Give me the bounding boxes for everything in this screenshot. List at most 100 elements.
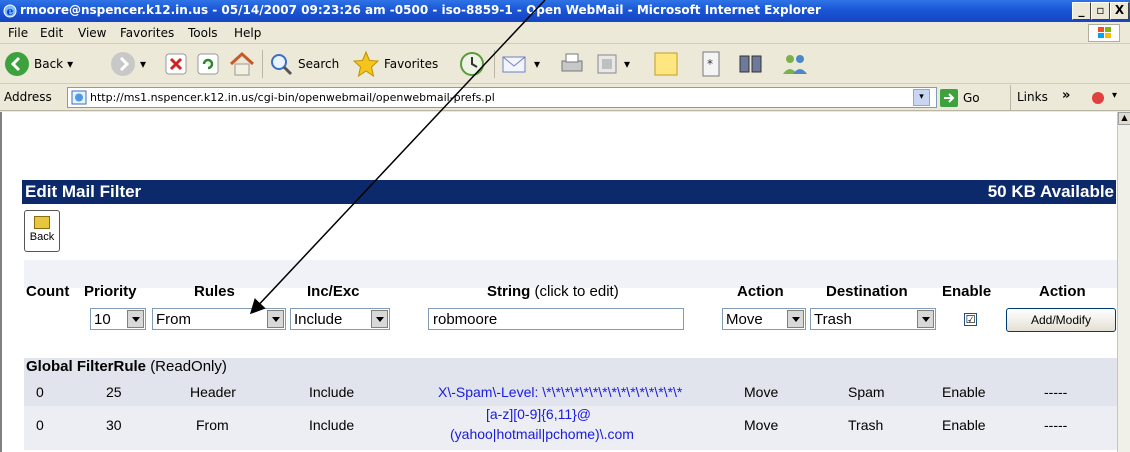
print-icon <box>561 53 583 72</box>
research-button[interactable]: * <box>698 48 724 80</box>
history-button[interactable] <box>458 48 486 80</box>
menu-bar: File Edit View Favorites Tools Help <box>0 22 1130 44</box>
destination-select[interactable]: Trash <box>810 308 936 330</box>
toolbar-separator <box>262 50 263 78</box>
back-arrow-icon <box>5 52 29 76</box>
forward-nav-button[interactable]: ▾ <box>110 48 146 80</box>
menu-file[interactable]: File <box>8 26 28 40</box>
search-button[interactable]: Search <box>268 48 339 80</box>
stop-icon <box>165 53 187 75</box>
favorites-label: Favorites <box>384 57 439 71</box>
menu-edit[interactable]: Edit <box>40 26 63 40</box>
menu-help[interactable]: Help <box>234 26 261 40</box>
home-button[interactable] <box>228 48 256 80</box>
action-dropdown-icon <box>787 310 804 328</box>
address-bar: Address http://ms1.nspencer.k12.in.us/cg… <box>0 85 1130 111</box>
page-icon <box>71 90 87 105</box>
row2-action: Move <box>744 417 779 433</box>
window-title: rmoore@nspencer.k12.in.us - 05/14/2007 0… <box>20 3 821 17</box>
address-dropdown-icon[interactable]: ▾ <box>913 89 930 106</box>
discuss-button[interactable] <box>652 48 680 80</box>
menu-tools[interactable]: Tools <box>188 26 218 40</box>
quota-available: 50 KB Available <box>987 182 1114 201</box>
ie-icon: e <box>3 4 17 18</box>
menu-view[interactable]: View <box>78 26 106 40</box>
favorites-button[interactable]: Favorites <box>352 48 438 80</box>
windows-logo-icon <box>1088 24 1120 42</box>
refresh-button[interactable] <box>196 48 220 80</box>
mail-dropdown-icon[interactable]: ▾ <box>534 57 540 71</box>
forward-dropdown-icon[interactable]: ▾ <box>140 57 146 71</box>
links-chevron-icon[interactable]: » <box>1062 88 1070 103</box>
row2-op: ----- <box>1044 417 1068 433</box>
filter-string-input[interactable]: robmoore <box>428 308 684 330</box>
page-header-bar: Edit Mail Filter 50 KB Available <box>22 180 1116 204</box>
col-destination: Destination <box>826 283 908 300</box>
row2-string-link-line2[interactable]: (yahoo|hotmail|pchome)\.com <box>450 426 634 442</box>
svg-text:*: * <box>707 57 713 71</box>
row1-incexc: Include <box>309 384 355 400</box>
back-nav-button[interactable]: Back ▾ <box>4 48 73 80</box>
svg-text:e: e <box>7 5 14 18</box>
enable-checkbox[interactable]: ☑ <box>964 313 977 326</box>
minimize-button[interactable]: _ <box>1072 2 1091 20</box>
toolbar-separator <box>494 50 495 78</box>
calculator-icon: * <box>702 51 720 77</box>
row2-priority: 30 <box>106 417 122 433</box>
global-filter-title: Global FilterRule (ReadOnly) <box>26 358 227 375</box>
menu-favorites[interactable]: Favorites <box>120 26 174 40</box>
go-label: Go <box>963 91 980 105</box>
address-input[interactable]: http://ms1.nspencer.k12.in.us/cgi-bin/op… <box>67 87 937 108</box>
address-url: http://ms1.nspencer.k12.in.us/cgi-bin/op… <box>90 91 495 104</box>
row1-string-link[interactable]: X\-Spam\-Level: \*\*\*\*\*\*\*\*\*\*\*\*… <box>438 384 682 400</box>
back-button-label: Back <box>29 231 55 243</box>
col-priority: Priority <box>84 283 137 300</box>
back-dropdown-icon[interactable]: ▾ <box>67 57 73 71</box>
maximize-button[interactable]: ▫ <box>1091 2 1110 20</box>
search-icon <box>271 54 293 76</box>
row2-rule: From <box>196 417 229 433</box>
toolbar: Back ▾ ▾ Search Favorites ▾ ▾ * <box>0 44 1130 84</box>
priority-dropdown-icon <box>127 310 144 328</box>
contacts-button[interactable] <box>780 48 810 80</box>
forward-arrow-icon <box>111 52 135 76</box>
edit-dropdown-icon[interactable]: ▾ <box>624 57 630 71</box>
messenger-button[interactable] <box>736 48 766 80</box>
scroll-up-icon[interactable]: ▲ <box>1118 112 1130 125</box>
col-incexc: Inc/Exc <box>307 283 360 300</box>
row1-rule: Header <box>190 384 236 400</box>
go-button[interactable]: Go <box>940 88 980 108</box>
row1-priority: 25 <box>106 384 122 400</box>
go-arrow-icon <box>940 89 958 107</box>
edit-button[interactable]: ▾ <box>594 48 630 80</box>
row1-destination: Spam <box>848 384 885 400</box>
refresh-icon <box>197 53 219 75</box>
row2-string-link-line1[interactable]: [a-z][0-9]{6,11}@ <box>486 406 591 422</box>
back-to-prefs-button[interactable]: Back <box>24 210 60 252</box>
history-icon <box>460 52 484 76</box>
row1-op: ----- <box>1044 384 1068 400</box>
note-icon <box>654 52 678 76</box>
mail-button[interactable]: ▾ <box>500 48 540 80</box>
add-modify-button[interactable]: Add/Modify <box>1006 308 1116 332</box>
col-rules: Rules <box>194 283 235 300</box>
print-button[interactable] <box>558 48 586 80</box>
incexc-select[interactable]: Include <box>290 308 390 330</box>
extension-icon[interactable] <box>1090 90 1108 106</box>
priority-select[interactable]: 10 <box>90 308 146 330</box>
window-title-bar[interactable]: e rmoore@nspencer.k12.in.us - 05/14/2007… <box>0 0 1130 22</box>
vertical-scrollbar[interactable]: ▲ <box>1117 112 1130 452</box>
stop-button[interactable] <box>164 48 188 80</box>
favorites-star-icon <box>352 50 380 78</box>
home-icon <box>229 51 255 76</box>
row2-enable: Enable <box>942 417 986 433</box>
col-count: Count <box>26 283 70 300</box>
action-select[interactable]: Move <box>722 308 806 330</box>
row1-action: Move <box>744 384 779 400</box>
address-separator <box>1010 85 1011 110</box>
rules-select[interactable]: From <box>152 308 286 330</box>
close-button[interactable]: X <box>1110 2 1129 20</box>
links-button[interactable]: Links <box>1017 90 1048 104</box>
page-title: Edit Mail Filter <box>25 182 142 201</box>
extension-dropdown-icon[interactable]: ▾ <box>1112 90 1117 101</box>
